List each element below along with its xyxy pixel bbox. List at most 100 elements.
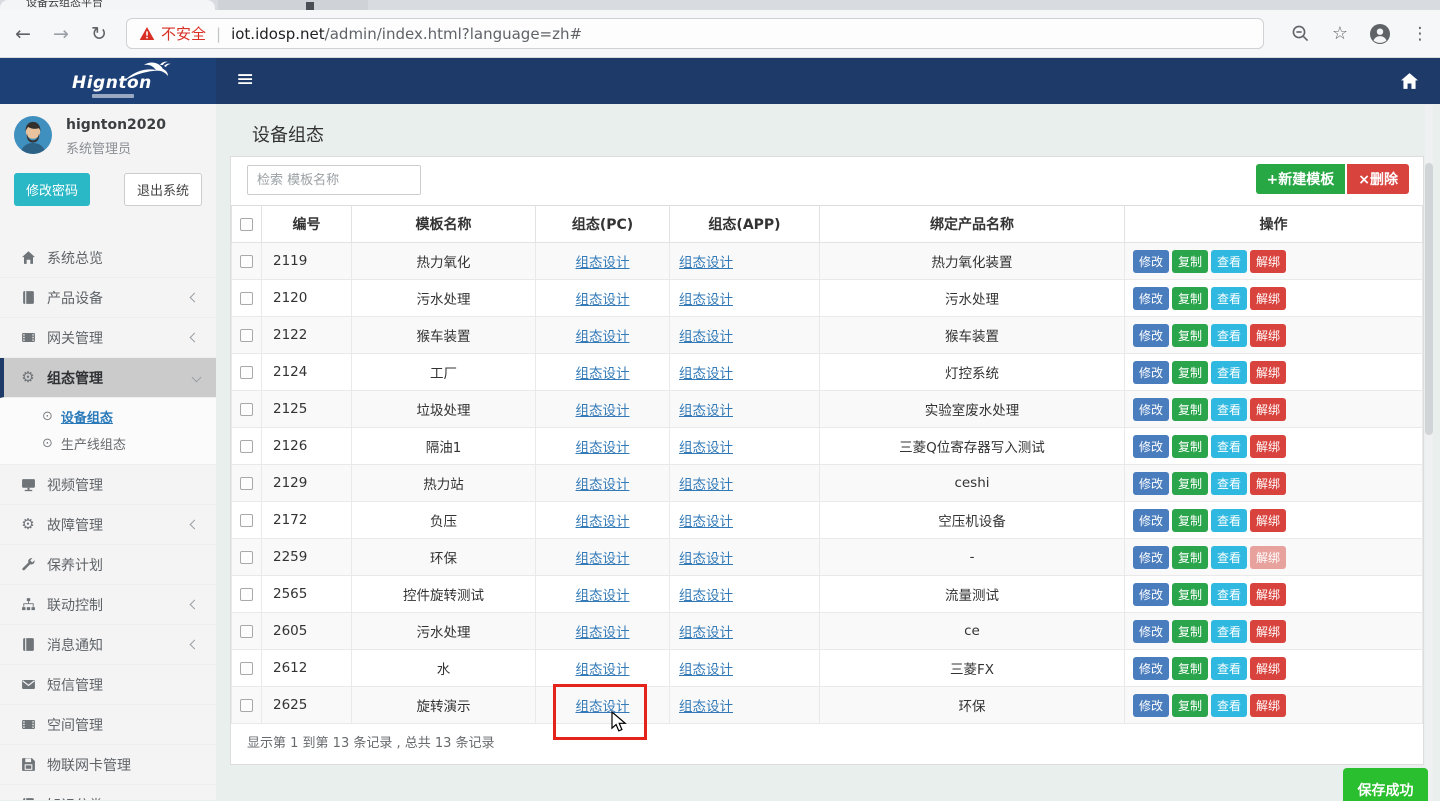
sidebar-item-iot-card-management[interactable]: 物联网卡管理	[0, 745, 216, 785]
pc-config-link[interactable]: 组态设计	[576, 588, 630, 604]
back-arrow-icon[interactable]: ←	[8, 23, 38, 45]
pc-config-link[interactable]: 组态设计	[576, 477, 630, 493]
copy-button[interactable]: 复制	[1172, 324, 1208, 347]
view-button[interactable]: 查看	[1211, 287, 1247, 310]
unbind-button[interactable]: 解绑	[1250, 620, 1286, 643]
sidebar-item-fault-management[interactable]: ⚙故障管理	[0, 505, 216, 545]
new-template-button[interactable]: +新建模板	[1256, 164, 1346, 194]
select-all-checkbox[interactable]	[240, 218, 253, 231]
app-config-link[interactable]: 组态设计	[679, 699, 733, 715]
pc-config-link[interactable]: 组态设计	[576, 662, 630, 678]
unbind-button[interactable]: 解绑	[1250, 472, 1286, 495]
app-config-link[interactable]: 组态设计	[679, 255, 733, 271]
view-button[interactable]: 查看	[1211, 361, 1247, 384]
scrollbar-thumb[interactable]	[1425, 163, 1433, 435]
unbind-button[interactable]: 解绑	[1250, 694, 1286, 717]
home-icon[interactable]	[1401, 73, 1418, 89]
unbind-button[interactable]: 解绑	[1250, 583, 1286, 606]
copy-button[interactable]: 复制	[1172, 250, 1208, 273]
view-button[interactable]: 查看	[1211, 657, 1247, 680]
row-checkbox[interactable]	[240, 366, 253, 379]
row-checkbox[interactable]	[240, 329, 253, 342]
delete-button[interactable]: ×删除	[1347, 164, 1409, 194]
hamburger-menu-icon[interactable]: ≡	[236, 58, 254, 104]
sidebar-item-gateway-management[interactable]: 网关管理	[0, 318, 216, 358]
app-config-link[interactable]: 组态设计	[679, 551, 733, 567]
edit-button[interactable]: 修改	[1133, 398, 1169, 421]
sidebar-item-maintenance-plan[interactable]: 保养计划	[0, 545, 216, 585]
submenu-item-production-line-config[interactable]: ⊙生产线组态	[0, 430, 216, 457]
app-config-link[interactable]: 组态设计	[679, 662, 733, 678]
row-checkbox[interactable]	[240, 551, 253, 564]
row-checkbox[interactable]	[240, 699, 253, 712]
browser-tab-active[interactable]: 设备云组态平台	[0, 0, 215, 10]
copy-button[interactable]: 复制	[1172, 398, 1208, 421]
sidebar-item-config-management[interactable]: ⚙组态管理	[0, 358, 216, 398]
unbind-button[interactable]: 解绑	[1250, 398, 1286, 421]
view-button[interactable]: 查看	[1211, 620, 1247, 643]
app-config-link[interactable]: 组态设计	[679, 588, 733, 604]
view-button[interactable]: 查看	[1211, 435, 1247, 458]
row-checkbox[interactable]	[240, 514, 253, 527]
edit-button[interactable]: 修改	[1133, 509, 1169, 532]
row-checkbox[interactable]	[240, 662, 253, 675]
address-bar[interactable]: 不安全 | iot.idosp.net /admin/index.html?la…	[126, 18, 1264, 49]
copy-button[interactable]: 复制	[1172, 620, 1208, 643]
forward-arrow-icon[interactable]: →	[46, 23, 76, 45]
edit-button[interactable]: 修改	[1133, 546, 1169, 569]
app-config-link[interactable]: 组态设计	[679, 440, 733, 456]
copy-button[interactable]: 复制	[1172, 287, 1208, 310]
unbind-button[interactable]: 解绑	[1250, 287, 1286, 310]
copy-button[interactable]: 复制	[1172, 657, 1208, 680]
copy-button[interactable]: 复制	[1172, 435, 1208, 458]
unbind-button[interactable]: 解绑	[1250, 435, 1286, 458]
sidebar-item-product-devices[interactable]: 产品设备	[0, 278, 216, 318]
edit-button[interactable]: 修改	[1133, 250, 1169, 273]
sidebar-item-video-management[interactable]: 视频管理	[0, 465, 216, 505]
edit-button[interactable]: 修改	[1133, 324, 1169, 347]
row-checkbox[interactable]	[240, 403, 253, 416]
pc-config-link[interactable]: 组态设计	[576, 255, 630, 271]
edit-button[interactable]: 修改	[1133, 583, 1169, 606]
view-button[interactable]: 查看	[1211, 694, 1247, 717]
sidebar-item-space-management[interactable]: 空间管理	[0, 705, 216, 745]
pc-config-link[interactable]: 组态设计	[576, 551, 630, 567]
view-button[interactable]: 查看	[1211, 509, 1247, 532]
zoom-out-icon[interactable]	[1280, 24, 1320, 43]
app-config-link[interactable]: 组态设计	[679, 514, 733, 530]
edit-button[interactable]: 修改	[1133, 472, 1169, 495]
unbind-button[interactable]: 解绑	[1250, 509, 1286, 532]
browser-tab-inactive[interactable]	[218, 0, 368, 10]
kebab-menu-icon[interactable]: ⋮	[1400, 24, 1440, 44]
change-password-button[interactable]: 修改密码	[14, 173, 90, 206]
copy-button[interactable]: 复制	[1172, 361, 1208, 384]
view-button[interactable]: 查看	[1211, 324, 1247, 347]
app-config-link[interactable]: 组态设计	[679, 329, 733, 345]
pc-config-link[interactable]: 组态设计	[576, 292, 630, 308]
row-checkbox[interactable]	[240, 625, 253, 638]
copy-button[interactable]: 复制	[1172, 509, 1208, 532]
edit-button[interactable]: 修改	[1133, 694, 1169, 717]
scrollbar[interactable]	[1425, 105, 1433, 801]
profile-icon[interactable]	[1360, 23, 1400, 45]
sidebar-item-system-overview[interactable]: 系统总览	[0, 238, 216, 278]
pc-config-link[interactable]: 组态设计	[576, 366, 630, 382]
unbind-button[interactable]: 解绑	[1250, 324, 1286, 347]
pc-config-link[interactable]: 组态设计	[576, 625, 630, 641]
unbind-button[interactable]: 解绑	[1250, 657, 1286, 680]
app-config-link[interactable]: 组态设计	[679, 477, 733, 493]
view-button[interactable]: 查看	[1211, 250, 1247, 273]
unbind-button[interactable]: 解绑	[1250, 250, 1286, 273]
logout-button[interactable]: 退出系统	[124, 173, 202, 206]
row-checkbox[interactable]	[240, 292, 253, 305]
pc-config-link[interactable]: 组态设计	[576, 403, 630, 419]
view-button[interactable]: 查看	[1211, 583, 1247, 606]
pc-config-link[interactable]: 组态设计	[576, 440, 630, 456]
unbind-button[interactable]: 解绑	[1250, 361, 1286, 384]
edit-button[interactable]: 修改	[1133, 657, 1169, 680]
copy-button[interactable]: 复制	[1172, 694, 1208, 717]
sidebar-item-knowledge-category[interactable]: 知识分类	[0, 785, 216, 800]
search-input[interactable]	[247, 165, 421, 195]
row-checkbox[interactable]	[240, 440, 253, 453]
sidebar-item-sms-management[interactable]: 短信管理	[0, 665, 216, 705]
